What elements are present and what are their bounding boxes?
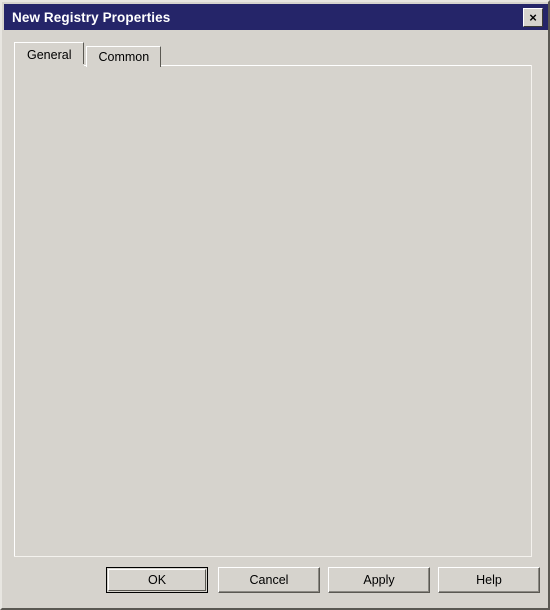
- apply-button[interactable]: Apply: [328, 567, 430, 593]
- help-button-label: Help: [476, 573, 502, 587]
- help-button[interactable]: Help: [438, 567, 540, 593]
- title-bar-buttons: ×: [523, 7, 543, 27]
- tab-common[interactable]: Common: [86, 46, 162, 67]
- close-icon[interactable]: ×: [523, 7, 543, 27]
- window-title: New Registry Properties: [12, 9, 171, 25]
- title-bar: New Registry Properties ×: [4, 4, 548, 30]
- cancel-button[interactable]: Cancel: [218, 567, 320, 593]
- apply-button-label: Apply: [363, 573, 395, 587]
- tab-notch: [16, 64, 84, 67]
- tab-common-label: Common: [98, 50, 150, 64]
- tab-panel-general: [14, 65, 532, 557]
- cancel-button-label: Cancel: [249, 573, 289, 587]
- ok-button-label: OK: [147, 573, 167, 587]
- dialog-window: New Registry Properties × General Common: [0, 0, 550, 610]
- ok-button[interactable]: OK: [106, 567, 208, 593]
- tab-general-label: General: [27, 48, 72, 62]
